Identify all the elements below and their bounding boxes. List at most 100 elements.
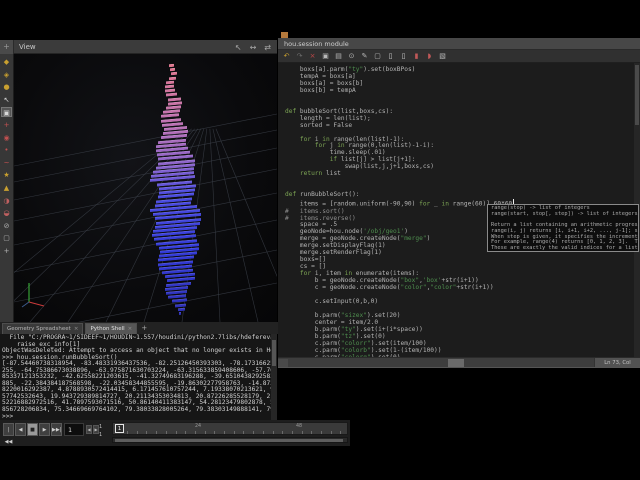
timeline-ruler[interactable]: 1 24 48 bbox=[112, 422, 348, 435]
quarter-circle-icon[interactable]: ◑ bbox=[1, 196, 12, 206]
select-cursor-icon[interactable]: ↖ bbox=[235, 43, 242, 52]
swap-view-icon[interactable]: ⇄ bbox=[264, 43, 271, 52]
sorted-box bbox=[166, 80, 175, 84]
sorted-box bbox=[170, 67, 176, 72]
timeline-tick bbox=[127, 431, 128, 434]
code-line: return list bbox=[299, 170, 341, 178]
close-icon[interactable]: × bbox=[128, 326, 133, 332]
handles-tool-icon[interactable]: + bbox=[1, 120, 12, 130]
playhead[interactable]: 1 bbox=[115, 424, 124, 433]
timeline-tick-label: 48 bbox=[296, 424, 303, 429]
houdini-window: + View ↖ ↔ ⇄ ◆ ◈ ● ↖ ▣ + ◉ • ~ ★ ▲ ◑ ◒ ⊘ ▢ + Geometry Spr… bbox=[0, 0, 640, 480]
code-line: boxs=[] bbox=[285, 256, 326, 264]
add-tab-button[interactable]: + bbox=[139, 323, 149, 334]
secure-selection-icon[interactable]: ▣ bbox=[1, 107, 12, 118]
viewport-canvas[interactable] bbox=[14, 54, 277, 322]
sorted-box-stack bbox=[14, 54, 277, 322]
hscroll-thumb[interactable] bbox=[448, 359, 464, 367]
timeline-tick bbox=[136, 431, 138, 434]
close-icon[interactable]: × bbox=[74, 326, 79, 332]
timeline-tick bbox=[204, 431, 206, 434]
timeline-tick bbox=[175, 431, 177, 434]
file-icon[interactable]: ▯ bbox=[399, 51, 408, 61]
timeline-tick bbox=[224, 431, 225, 434]
timeline-tick bbox=[262, 431, 264, 434]
step-back-button[interactable]: ◀ bbox=[86, 425, 92, 434]
star-tool-icon[interactable]: ★ bbox=[1, 170, 12, 180]
file-icon[interactable]: ▯ bbox=[386, 51, 395, 61]
annotation-icon[interactable]: ▮ bbox=[412, 51, 421, 61]
triangle-tool-icon[interactable]: ▲ bbox=[1, 183, 12, 193]
timeline-tick bbox=[233, 431, 235, 434]
range-end-field[interactable]: 1 bbox=[99, 432, 111, 438]
timeline-tick bbox=[146, 431, 148, 434]
snap-dot-icon[interactable]: • bbox=[1, 145, 12, 155]
hscroll-left-arrow[interactable] bbox=[278, 359, 288, 367]
move-tool-icon[interactable]: ◆ bbox=[1, 57, 12, 67]
playbar: |◀◀ ◀ ■ ▶ ▶▶| 1 ◀ ▶ 1 1 1 24 48 bbox=[0, 420, 350, 446]
block-icon[interactable]: ▢ bbox=[373, 51, 382, 61]
edit-icon[interactable]: ✎ bbox=[360, 51, 369, 61]
tab-python-shell[interactable]: Python Shell × bbox=[85, 323, 138, 334]
plus-tool-icon[interactable]: + bbox=[1, 246, 12, 256]
timeline-tick bbox=[185, 431, 187, 434]
select-arrow-icon[interactable]: ↖ bbox=[1, 95, 12, 105]
copy-icon[interactable]: ▣ bbox=[321, 51, 330, 61]
redo-icon[interactable]: ↷ bbox=[295, 51, 304, 61]
timeline-tick bbox=[253, 431, 255, 434]
timeline-tick-label: 24 bbox=[195, 424, 202, 429]
tab-label: Geometry Spreadsheet bbox=[7, 326, 71, 332]
undo-icon[interactable]: ↶ bbox=[282, 51, 291, 61]
current-frame-field[interactable]: 1 bbox=[64, 423, 84, 436]
python-shell-output[interactable]: File "C:/PROGRA~1/SIDEEF~1/HOUDIN~1.557/… bbox=[0, 334, 271, 420]
code-line: boxs[b] = tempA bbox=[285, 86, 356, 94]
editor-hscrollbar[interactable]: Ln 73, Col bbox=[278, 357, 640, 368]
shell-line: 856728206834, 75.34669669764102, 79.3803… bbox=[2, 406, 271, 414]
code-line: def runBubbleSort(): bbox=[285, 191, 360, 199]
timeline-tick bbox=[311, 431, 313, 434]
half-circle-icon[interactable]: ◒ bbox=[1, 208, 12, 218]
sorted-box bbox=[171, 298, 187, 303]
search-icon[interactable]: ⊙ bbox=[347, 51, 356, 61]
play-reverse-button[interactable]: ◀ bbox=[15, 423, 26, 436]
apply-icon[interactable]: ▧ bbox=[438, 51, 447, 61]
pane-tab-bar: Geometry Spreadsheet × Python Shell × + bbox=[0, 322, 278, 334]
paste-icon[interactable]: ▤ bbox=[334, 51, 343, 61]
play-button[interactable]: ▶ bbox=[39, 423, 50, 436]
sorted-box bbox=[168, 63, 174, 67]
slash-circle-icon[interactable]: ⊘ bbox=[1, 221, 12, 231]
cut-icon[interactable]: × bbox=[308, 51, 317, 61]
rotate-tool-icon[interactable]: ◈ bbox=[1, 70, 12, 80]
last-frame-button[interactable]: ▶▶| bbox=[51, 423, 62, 436]
range-start-field[interactable]: 1 bbox=[99, 424, 111, 430]
sorted-box bbox=[177, 307, 185, 311]
first-frame-button[interactable]: |◀◀ bbox=[3, 423, 14, 445]
pane-menu-icon[interactable]: + bbox=[0, 39, 14, 54]
scale-tool-icon[interactable]: ● bbox=[1, 82, 12, 92]
code-line: sorted = False bbox=[285, 121, 353, 129]
sorted-box bbox=[167, 97, 181, 101]
sorted-box bbox=[166, 92, 178, 97]
axis-gizmo bbox=[21, 283, 45, 308]
timeline-tick bbox=[321, 431, 322, 434]
timeline-tick bbox=[194, 431, 196, 434]
pose-tool-icon[interactable]: ◉ bbox=[1, 133, 12, 143]
editor-toolbar: ↶ ↷ × ▣ ▤ ⊙ ✎ ▢ ▯ ▯ ▮ ◗ ▧ bbox=[278, 50, 640, 63]
code-line: c = geoNode.createNode("color","color"+s… bbox=[285, 284, 494, 292]
tab-geometry-spreadsheet[interactable]: Geometry Spreadsheet × bbox=[2, 323, 84, 334]
stop-button[interactable]: ■ bbox=[27, 423, 38, 436]
pan-cursor-icon[interactable]: ↔ bbox=[250, 43, 257, 52]
range-slider[interactable] bbox=[112, 437, 348, 443]
box-tool-icon[interactable]: ▢ bbox=[1, 233, 12, 243]
sorted-box bbox=[175, 303, 187, 307]
curve-tool-icon[interactable]: ~ bbox=[1, 158, 12, 168]
editor-bottom-edge bbox=[278, 367, 640, 368]
chat-icon[interactable]: ◗ bbox=[425, 51, 434, 61]
sorted-box bbox=[170, 72, 177, 76]
timeline-tick bbox=[291, 431, 293, 434]
timeline-tick bbox=[330, 431, 332, 434]
viewport-tab-view[interactable]: View bbox=[19, 43, 36, 51]
shell-scrollbar[interactable] bbox=[271, 334, 277, 420]
